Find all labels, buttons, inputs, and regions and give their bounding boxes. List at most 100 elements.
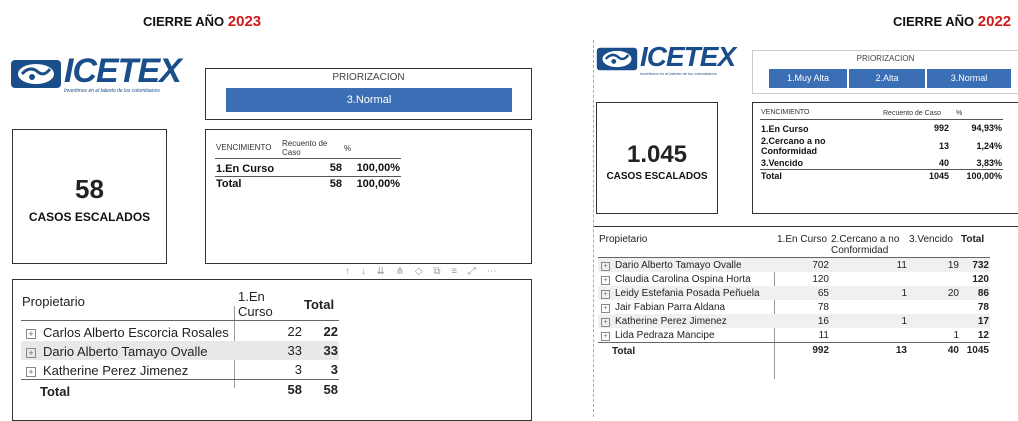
cell-percent: 100,00%	[356, 161, 400, 174]
vencimiento-table: VENCIMIENTO Recuento de Caso % 1.En Curs…	[205, 129, 532, 264]
visual-toolbar[interactable]: ↑ ↓ ⇊ ⋔ ◇ ⧉ ≡ ⤢ ⋯	[345, 266, 501, 277]
col-vencido[interactable]: 3.Vencido	[908, 233, 960, 258]
header-prefix: CIERRE AÑO	[893, 14, 975, 29]
priorizacion-option-alta[interactable]: 2.Alta	[849, 69, 925, 88]
cell-vencido	[908, 300, 960, 314]
cell-label: 1.En Curso	[216, 163, 275, 175]
col-percent[interactable]: %	[950, 108, 1003, 120]
col-propietario[interactable]: Propietario	[598, 233, 776, 258]
owner-name: Katherine Perez Jimenez	[615, 316, 727, 327]
expand-icon[interactable]: +	[601, 262, 610, 271]
table-row: + Leidy Estefania Posada Peñuela 65 1 20 86	[598, 286, 990, 300]
cell-cercano	[830, 328, 908, 343]
col-recuento[interactable]: Recuento de Caso	[281, 138, 343, 159]
total-row: Total 1045 100,00%	[760, 170, 1003, 183]
col-en-curso[interactable]: 1.En Curso	[776, 233, 830, 258]
table-row: 1.En Curso 58 100,00%	[215, 159, 401, 177]
total-total: 58	[323, 382, 338, 397]
kpi-label: CASOS ESCALADOS	[28, 210, 151, 224]
priorizacion-slicer: PRIORIZACION 1.Muy Alta 2.Alta 3.Normal	[752, 50, 1018, 94]
globe-logo-icon	[11, 60, 61, 88]
cell-total: 86	[977, 287, 989, 299]
col-cercano[interactable]: 2.Cercano a no Conformidad	[830, 233, 908, 258]
logo-text: ICETEX	[640, 40, 736, 72]
cell-en-curso: 16	[817, 315, 829, 327]
cell-label: 3.Vencido	[761, 158, 804, 168]
priorizacion-title: PRIORIZACION	[332, 72, 405, 83]
cell-vencido: 1	[953, 329, 959, 341]
col-propietario[interactable]: Propietario	[21, 288, 237, 321]
owner-name: Leidy Estefania Posada Peñuela	[615, 288, 760, 299]
total-row: Total 992 13 40 1045	[598, 342, 990, 357]
propietario-matrix: Propietario 1.En Curso Total + Carlos Alb…	[12, 279, 532, 421]
col-total[interactable]: Total	[960, 233, 990, 258]
cell-vencido	[908, 314, 960, 328]
col-percent[interactable]: %	[343, 138, 401, 159]
header-prefix: CIERRE AÑO	[143, 14, 225, 29]
cell-en-curso: 22	[287, 323, 302, 339]
priorizacion-option-normal[interactable]: 3.Normal	[927, 69, 1011, 88]
icetex-logo: ICETEX Invertimos en el talento de los c…	[10, 52, 190, 94]
kpi-value: 58	[75, 174, 104, 204]
cell-total: 3	[330, 362, 338, 377]
priorizacion-option-muy-alta[interactable]: 1.Muy Alta	[769, 69, 847, 88]
cell-en-curso: 65	[817, 287, 829, 299]
total-count: 58	[329, 178, 342, 190]
cell-percent: 1,24%	[976, 141, 1002, 151]
total-total: 1045	[966, 344, 989, 356]
table-row: + Katherine Perez Jimenez 3 3	[21, 360, 339, 380]
total-percent: 100,00%	[356, 178, 400, 190]
table-row: + Claudia Carolina Ospina Horta 120 120	[598, 272, 990, 286]
cell-cercano: 1	[901, 287, 907, 299]
expand-icon[interactable]: +	[601, 276, 610, 285]
expand-icon[interactable]: +	[601, 332, 610, 341]
total-vencido: 40	[947, 344, 959, 356]
total-percent: 100,00%	[966, 171, 1002, 181]
header-year: 2022	[977, 13, 1012, 30]
col-vencimiento[interactable]: VENCIMIENTO	[760, 108, 882, 120]
cell-cercano	[830, 300, 908, 314]
priorizacion-title: PRIORIZACION	[856, 54, 915, 63]
cell-total: 22	[323, 323, 338, 339]
kpi-card: 58 CASOS ESCALADOS	[12, 129, 167, 264]
col-vencimiento[interactable]: VENCIMIENTO	[215, 138, 281, 159]
total-row: Total 58 58	[21, 379, 339, 399]
col-recuento[interactable]: Recuento de Caso	[882, 108, 950, 120]
owner-name: Katherine Perez Jimenez	[43, 363, 189, 378]
table-row: + Lida Pedraza Mancipe 11 1 12	[598, 328, 990, 343]
cell-cercano	[830, 272, 908, 286]
expand-icon[interactable]: +	[26, 329, 36, 339]
cell-count: 40	[938, 158, 949, 168]
priorizacion-slicer: PRIORIZACION 3.Normal	[205, 68, 532, 120]
total-label: Total	[612, 346, 636, 357]
cell-label: 1.En Curso	[761, 124, 809, 134]
table-row: + Katherine Perez Jimenez 16 1 17	[598, 314, 990, 328]
owner-name: Claudia Carolina Ospina Horta	[615, 274, 751, 285]
expand-icon[interactable]: +	[26, 348, 36, 358]
expand-icon[interactable]: +	[601, 318, 610, 327]
total-count: 1045	[928, 171, 949, 181]
table-row: + Dario Alberto Tamayo Ovalle 33 33	[21, 341, 339, 360]
logo-text: ICETEX	[64, 52, 182, 90]
cell-total: 732	[972, 259, 989, 271]
expand-icon[interactable]: +	[601, 304, 610, 313]
priorizacion-option-normal[interactable]: 3.Normal	[226, 88, 512, 112]
cell-percent: 94,93%	[971, 122, 1002, 133]
owner-name: Dario Alberto Tamayo Ovalle	[615, 260, 742, 271]
cell-count: 992	[933, 122, 949, 133]
table-row: 2.Cercano a no Conformidad 13 1,24%	[760, 135, 1003, 157]
cell-en-curso: 3	[294, 362, 302, 377]
expand-icon[interactable]: +	[26, 367, 36, 377]
cell-total: 120	[972, 273, 989, 285]
propietario-matrix: Propietario 1.En Curso 2.Cercano a no Co…	[594, 226, 1018, 418]
col-total[interactable]: Total	[303, 288, 339, 321]
kpi-value: 1.045	[626, 141, 688, 168]
table-row: + Dario Alberto Tamayo Ovalle 702 11 19 732	[598, 257, 990, 272]
expand-icon[interactable]: +	[601, 290, 610, 299]
cell-percent: 3,83%	[976, 158, 1002, 168]
cell-en-curso: 702	[812, 259, 829, 271]
cell-en-curso: 120	[812, 273, 829, 285]
cell-en-curso: 78	[817, 301, 829, 313]
cell-count: 13	[938, 141, 949, 151]
col-en-curso[interactable]: 1.En Curso	[237, 288, 303, 321]
